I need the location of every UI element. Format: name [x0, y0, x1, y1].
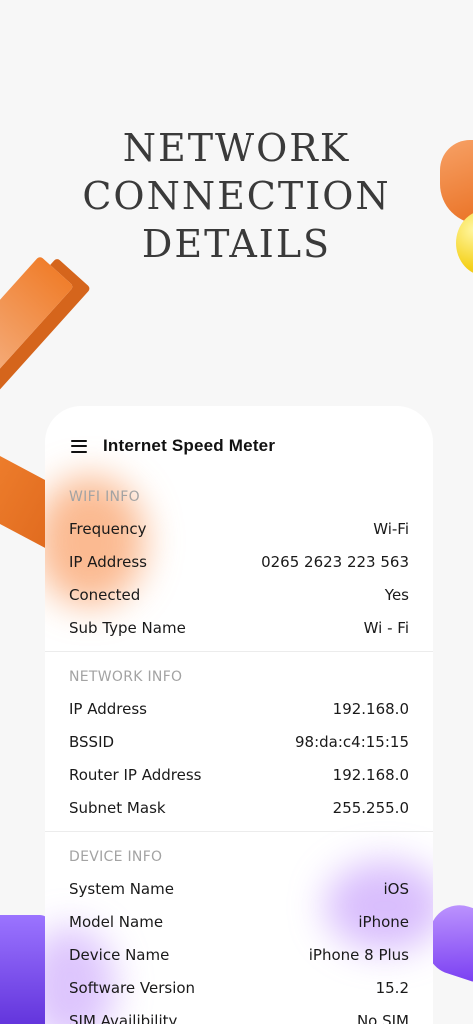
headline-line-1: NETWORK: [122, 126, 351, 170]
section-title: WIFI INFO: [69, 489, 140, 505]
row-label: IP Address: [69, 552, 147, 571]
info-row-sub-type-name: Sub Type Name Wi - Fi: [69, 611, 409, 644]
info-row-frequency: Frequency Wi-Fi: [69, 512, 409, 545]
row-value: 0265 2623 223 563: [261, 552, 409, 571]
device-info-section: DEVICE INFO System Name iOS Model Name i…: [45, 831, 433, 1024]
row-value: 192.168.0: [332, 765, 409, 784]
headline-line-3: DETAILS: [141, 222, 332, 266]
hamburger-menu-icon[interactable]: [71, 439, 87, 453]
row-value: 98:da:c4:15:15: [295, 732, 409, 751]
row-value: Wi - Fi: [363, 618, 409, 637]
promo-headline: NETWORK CONNECTION DETAILS: [0, 124, 473, 268]
row-label: IP Address: [69, 699, 147, 718]
row-label: Subnet Mask: [69, 798, 166, 817]
row-label: Software Version: [69, 978, 196, 997]
row-label: Model Name: [69, 912, 164, 931]
purple-ribbon-decoration: [0, 915, 50, 1024]
headline-line-2: CONNECTION: [82, 174, 391, 218]
info-row-sim-availability: SIM Availibility No SIM: [69, 1004, 409, 1024]
section-title: DEVICE INFO: [69, 849, 163, 865]
info-row-system-name: System Name iOS: [69, 872, 409, 905]
row-value: iPhone: [358, 912, 409, 931]
row-label: SIM Availibility: [69, 1011, 178, 1024]
section-title: NETWORK INFO: [69, 669, 183, 685]
app-bar: Internet Speed Meter: [45, 406, 433, 482]
wifi-info-section: WIFI INFO Frequency Wi-Fi IP Address 026…: [45, 482, 433, 651]
row-value: 255.255.0: [332, 798, 409, 817]
info-row-device-name: Device Name iPhone 8 Plus: [69, 938, 409, 971]
info-row-bssid: BSSID 98:da:c4:15:15: [69, 725, 409, 758]
info-row-router-ip-address: Router IP Address 192.168.0: [69, 758, 409, 791]
row-value: No SIM: [356, 1011, 409, 1024]
info-row-ip-address: IP Address 0265 2623 223 563: [69, 545, 409, 578]
row-label: Conected: [69, 585, 141, 604]
row-label: System Name: [69, 879, 174, 898]
orange-ribbon-decoration: [0, 255, 74, 391]
row-value: iPhone 8 Plus: [308, 945, 409, 964]
info-row-software-version: Software Version 15.2: [69, 971, 409, 1004]
info-row-subnet-mask: Subnet Mask 255.255.0: [69, 791, 409, 824]
row-label: Device Name: [69, 945, 170, 964]
app-title: Internet Speed Meter: [103, 436, 276, 455]
row-value: Wi-Fi: [373, 519, 409, 538]
row-value: 15.2: [375, 978, 409, 997]
info-row-model-name: Model Name iPhone: [69, 905, 409, 938]
row-value: iOS: [383, 879, 410, 898]
row-value: 192.168.0: [332, 699, 409, 718]
row-value: Yes: [384, 585, 409, 604]
network-info-section: NETWORK INFO IP Address 192.168.0 BSSID …: [45, 651, 433, 831]
phone-screen-card: Internet Speed Meter WIFI INFO Frequency…: [45, 406, 433, 1024]
row-label: Sub Type Name: [69, 618, 186, 637]
info-row-connected: Conected Yes: [69, 578, 409, 611]
row-label: Router IP Address: [69, 765, 202, 784]
screen: NETWORK CONNECTION DETAILS Internet Spee…: [0, 0, 473, 1024]
row-label: Frequency: [69, 519, 147, 538]
info-row-ip-address: IP Address 192.168.0: [69, 692, 409, 725]
row-label: BSSID: [69, 732, 115, 751]
